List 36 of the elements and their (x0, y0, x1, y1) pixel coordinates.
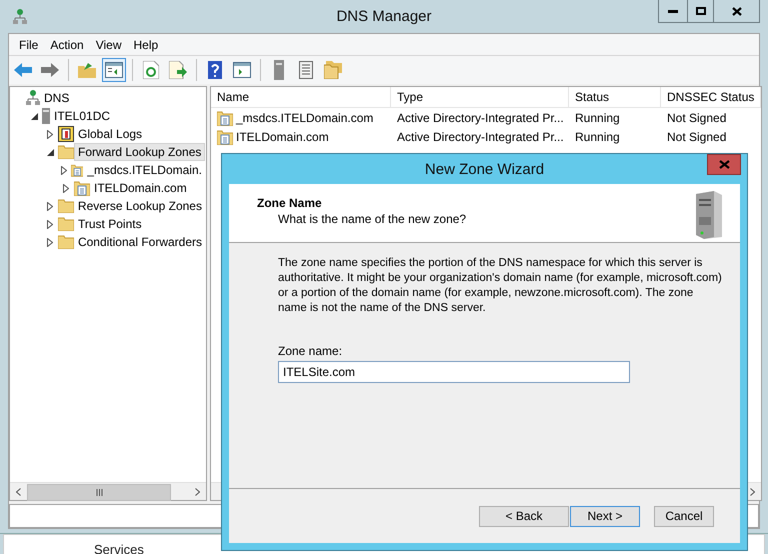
tree-item[interactable]: Trust Points (74, 215, 146, 233)
column-header[interactable]: Type (391, 87, 569, 107)
table-cell: Running (575, 130, 620, 144)
dialog-button[interactable]: < Back (479, 506, 569, 526)
table-cell: Running (575, 110, 620, 124)
column-header[interactable]: DNSSEC Status (661, 87, 761, 107)
tree-item[interactable]: DNS (40, 89, 74, 107)
zone-name-field[interactable]: ITELSite.com (278, 361, 630, 383)
column-header[interactable]: Status (569, 87, 661, 107)
table-cell: Not Signed (667, 110, 726, 124)
table-cell: Not Signed (667, 130, 726, 144)
tree-item[interactable]: Forward Lookup Zones (74, 143, 206, 161)
tree-item[interactable]: Conditional Forwarders (74, 233, 206, 251)
tree-item[interactable]: Reverse Lookup Zones (74, 197, 206, 215)
tree-item[interactable]: _msdcs.ITELDomain. (83, 161, 206, 179)
table-cell: Active Directory-Integrated Pr... (397, 130, 564, 144)
tree-item[interactable]: Global Logs (74, 125, 146, 143)
menu-item[interactable]: Action (44, 38, 90, 52)
menu-item[interactable]: File (13, 38, 44, 52)
dialog-title: New Zone Wizard (424, 160, 544, 178)
tree-item[interactable]: ITEL01DC (50, 107, 114, 125)
tree-item[interactable]: ITELDomain.com (90, 179, 191, 197)
menu-item[interactable]: Help (128, 38, 164, 52)
page-heading: Zone Name (257, 196, 323, 210)
table-cell: ITELDomain.com (236, 130, 329, 144)
table-cell: Active Directory-Integrated Pr... (397, 110, 564, 124)
window-label: Services (94, 543, 144, 554)
column-header[interactable]: Name (211, 87, 391, 107)
field-label: Zone name: (278, 344, 344, 358)
page-subheading: What is the name of the new zone? (277, 212, 466, 226)
menu-item[interactable]: View (90, 38, 128, 52)
dialog-button[interactable]: Next > (570, 506, 640, 526)
table-cell: _msdcs.ITELDomain.com (236, 110, 374, 124)
window-title: DNS Manager (336, 8, 432, 25)
description-text: The zone name specifies the portion of the DNS namespace for which this server is authoritative. It might be your organization's domain name (for example, microsoft.com) or a portion of the domain name (for example, newzone.microsoft.com). The zone name is not the name of the DNS server. (278, 256, 723, 316)
dialog-button[interactable]: Cancel (654, 506, 714, 526)
